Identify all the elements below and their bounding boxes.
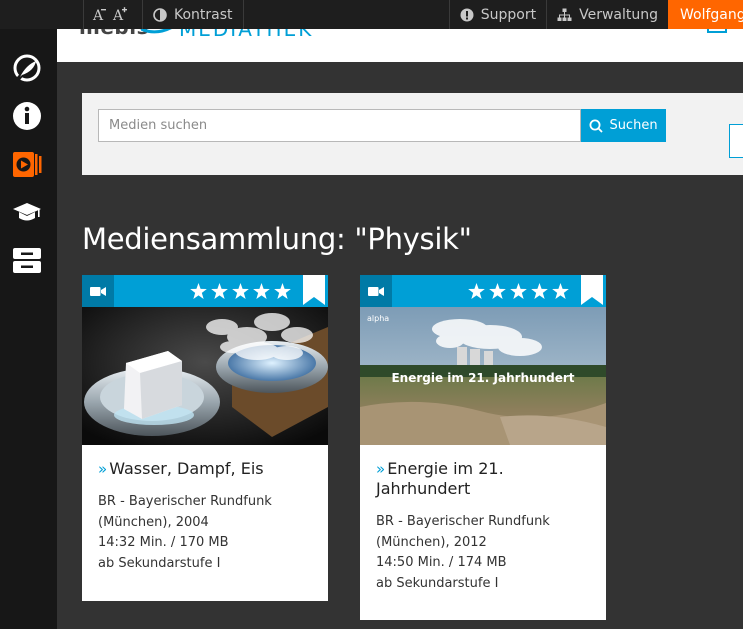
card-publisher: BR - Bayerischer Rundfunk — [376, 514, 550, 529]
search-icon — [589, 119, 604, 133]
sidebar-item-info[interactable] — [12, 101, 42, 131]
font-increase-icon[interactable]: A — [112, 6, 128, 23]
leaf-icon — [13, 54, 41, 82]
sidebar-item-archive[interactable] — [12, 245, 42, 275]
card-title-text: Wasser, Dampf, Eis — [109, 459, 264, 478]
card-duration-size: 14:32 Min. / 170 MB — [98, 535, 229, 550]
filter-toggle-button[interactable] — [729, 124, 743, 158]
bookmark-icon[interactable] — [581, 275, 603, 305]
search-input[interactable] — [98, 109, 581, 142]
media-type-badge — [82, 275, 114, 307]
video-camera-icon — [368, 286, 384, 296]
card-header-bar — [82, 275, 328, 307]
top-bar: A A Kontrast Support Verwaltung Wolfgang… — [0, 0, 743, 29]
logo-subtitle: MEDIATHEK — [179, 29, 314, 41]
logo-swoosh-icon — [141, 29, 172, 34]
rating-stars — [468, 283, 569, 299]
star-icon — [468, 283, 485, 299]
top-bar-gap — [242, 0, 449, 29]
logo-text[interactable]: mebis — [79, 29, 149, 39]
star-icon — [510, 283, 527, 299]
star-icon — [232, 283, 249, 299]
alert-icon — [460, 8, 474, 22]
card-level: ab Sekundarstufe I — [98, 555, 221, 571]
card-title-line2: Jahrhundert — [376, 479, 471, 498]
media-library-icon — [13, 152, 42, 177]
thumbnail-overlay-title: Energie im 21. Jahrhundert — [391, 371, 574, 385]
card-body: » Energie im 21. Jahrhundert BR - Bayerisc… — [360, 445, 606, 594]
star-icon — [531, 283, 548, 299]
admin-button[interactable]: Verwaltung — [546, 0, 668, 29]
card-publisher: BR - Bayerischer Rundfunk — [98, 494, 272, 509]
media-card[interactable]: alpha Energie im 21. Jahrhundert » Energi… — [360, 275, 606, 620]
star-icon — [489, 283, 506, 299]
font-size-controls: A A — [83, 0, 142, 29]
card-meta: BR - Bayerischer Rundfunk (München), 200… — [98, 492, 312, 574]
double-chevron-icon: » — [98, 460, 108, 478]
info-icon — [13, 102, 41, 130]
card-body: » Wasser, Dampf, Eis BR - Bayerischer Run… — [82, 445, 328, 574]
search-button[interactable]: Suchen — [581, 109, 666, 142]
contrast-label: Kontrast — [174, 6, 233, 23]
star-icon — [190, 283, 207, 299]
star-icon — [211, 283, 228, 299]
admin-label: Verwaltung — [579, 6, 658, 23]
card-city-year: (München), 2004 — [98, 514, 209, 530]
sitemap-icon — [557, 8, 572, 22]
card-thumbnail[interactable] — [82, 307, 328, 445]
card-duration-size: 14:50 Min. / 174 MB — [376, 555, 507, 570]
sidebar-item-mediathek[interactable] — [12, 149, 42, 179]
star-icon — [274, 283, 291, 299]
sidebar-item-courses[interactable] — [12, 197, 42, 227]
card-header-bar — [360, 275, 606, 307]
video-camera-icon — [90, 286, 106, 296]
support-button[interactable]: Support — [448, 0, 546, 29]
double-chevron-icon: » — [376, 460, 386, 478]
card-title-line1: Energie im 21. — [387, 459, 504, 478]
card-thumbnail[interactable]: alpha Energie im 21. Jahrhundert — [360, 307, 606, 445]
thumbnail-ice-steam-image — [82, 307, 328, 445]
search-button-label: Suchen — [609, 118, 658, 133]
header-menu-button[interactable] — [707, 29, 727, 33]
contrast-button[interactable]: Kontrast — [142, 0, 243, 29]
top-bar-spacer — [0, 0, 83, 29]
media-card[interactable]: » Wasser, Dampf, Eis BR - Bayerischer Run… — [82, 275, 328, 601]
user-name: Wolfgang R — [680, 6, 743, 23]
archive-icon — [13, 248, 41, 273]
contrast-icon — [153, 7, 167, 22]
thumbnail-power-plant-image: alpha Energie im 21. Jahrhundert — [360, 307, 606, 445]
bookmark-icon[interactable] — [303, 275, 325, 305]
sidebar-item-home[interactable] — [12, 53, 42, 83]
card-title[interactable]: » Energie im 21. Jahrhundert — [376, 459, 590, 499]
page-title: Mediensammlung: "Physik" — [82, 222, 472, 256]
star-icon — [253, 283, 270, 299]
support-label: Support — [480, 6, 537, 23]
star-icon — [552, 283, 569, 299]
user-menu-button[interactable]: Wolfgang R — [668, 0, 743, 29]
card-title[interactable]: » Wasser, Dampf, Eis — [98, 459, 312, 479]
site-header: mebis MEDIATHEK — [57, 29, 743, 62]
graduation-cap-icon — [13, 203, 41, 221]
card-level: ab Sekundarstufe I — [376, 575, 499, 591]
sidebar — [0, 29, 57, 629]
search-panel: Suchen — [82, 93, 743, 175]
thumbnail-channel-logo: alpha — [367, 314, 389, 323]
font-decrease-icon[interactable]: A — [92, 7, 106, 23]
card-city-year: (München), 2012 — [376, 534, 487, 550]
rating-stars — [190, 283, 291, 299]
card-meta: BR - Bayerischer Rundfunk (München), 201… — [376, 512, 590, 594]
media-type-badge — [360, 275, 392, 307]
